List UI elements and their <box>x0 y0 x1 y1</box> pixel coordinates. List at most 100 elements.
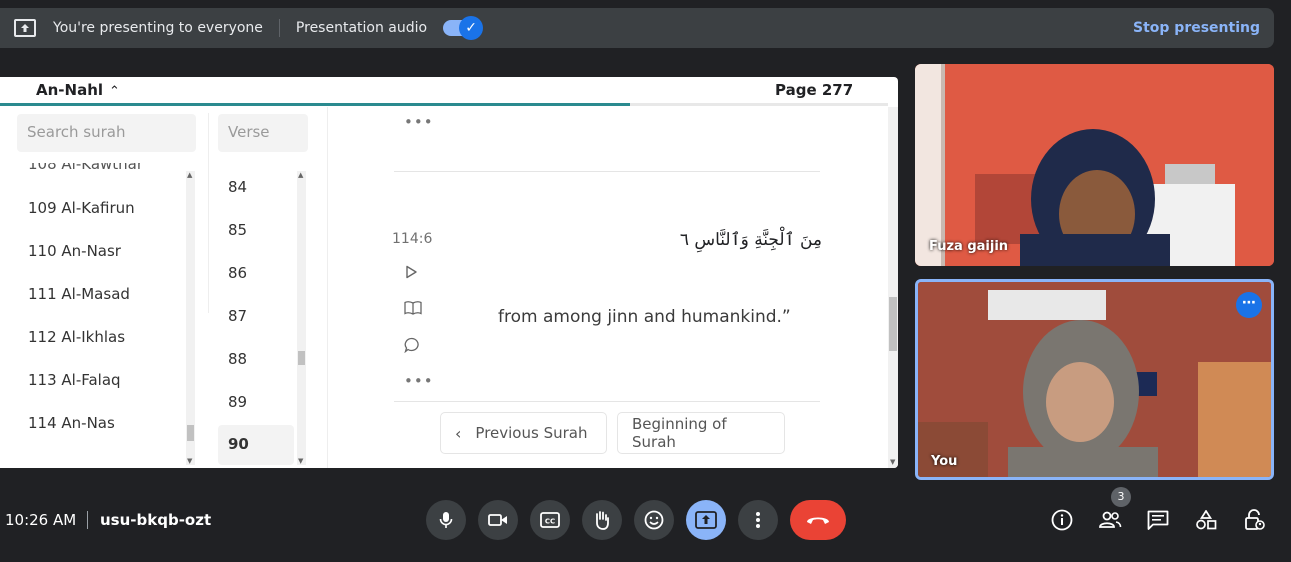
present-screen-icon <box>14 19 36 37</box>
surah-header: An-Nahl ⌃ Page 277 <box>0 77 898 105</box>
list-item[interactable]: 85 <box>228 221 247 239</box>
hang-up-icon <box>807 517 829 524</box>
raise-hand-button[interactable] <box>582 500 622 540</box>
scroll-down-icon: ▼ <box>298 457 304 465</box>
verse-key[interactable]: 114:6 <box>392 231 432 247</box>
chevron-up-icon: ⌃ <box>109 84 120 99</box>
verse-input[interactable]: Verse <box>218 114 308 152</box>
surah-selector[interactable]: An-Nahl ⌃ <box>36 81 120 99</box>
svg-text:CC: CC <box>545 518 555 526</box>
shared-screen: An-Nahl ⌃ Page 277 Search surah Verse 108… <box>0 77 898 468</box>
list-item[interactable]: 113 Al-Falaq <box>28 371 121 389</box>
scroll-down-icon: ▼ <box>187 457 193 465</box>
camera-icon <box>488 514 507 526</box>
hand-icon <box>596 511 609 530</box>
surah-title: An-Nahl <box>36 81 104 99</box>
leave-call-button[interactable] <box>790 500 846 540</box>
list-item[interactable]: 108 Al-Kawthar <box>28 163 143 173</box>
present-now-button[interactable] <box>686 500 726 540</box>
lock-icon <box>1245 509 1265 530</box>
column-divider <box>208 113 209 313</box>
more-vert-icon <box>756 512 760 528</box>
participant-name: Fuza gaijin <box>929 239 1009 254</box>
chat-icon <box>1147 510 1169 530</box>
list-item[interactable]: 87 <box>228 307 247 325</box>
bottom-divider <box>87 511 88 529</box>
activities-button[interactable] <box>1193 507 1219 533</box>
surah-list: 108 Al-Kawthar 109 Al-Kafirun 110 An-Nas… <box>0 163 186 463</box>
camera-button[interactable] <box>478 500 518 540</box>
beginning-of-surah-label: Beginning of Surah <box>632 415 727 451</box>
self-tile[interactable]: ⋯ You <box>915 279 1274 480</box>
chat-button[interactable] <box>1145 507 1171 533</box>
banner-divider <box>278 19 280 37</box>
page-number: Page 277 <box>775 81 854 99</box>
host-controls-button[interactable] <box>1241 507 1267 533</box>
list-item[interactable]: 109 Al-Kafirun <box>28 199 135 217</box>
more-options-button[interactable] <box>738 500 778 540</box>
more-options-icon[interactable]: ••• <box>404 113 434 131</box>
previous-surah-label: Previous Surah <box>475 424 588 442</box>
presentation-audio-toggle[interactable]: ✓ <box>443 16 484 40</box>
list-item[interactable]: 89 <box>228 393 247 411</box>
more-options-icon[interactable]: ••• <box>404 372 434 390</box>
play-icon[interactable] <box>404 265 418 283</box>
people-icon <box>1099 511 1122 528</box>
people-count-badge: 3 <box>1111 487 1131 507</box>
scrollbar-thumb[interactable] <box>187 425 194 441</box>
presentation-audio-label: Presentation audio <box>295 20 428 36</box>
verse-list-scrollbar[interactable]: ▲ ▼ <box>297 171 306 465</box>
search-surah-input[interactable]: Search surah <box>17 114 196 152</box>
scroll-up-icon: ▲ <box>298 171 304 179</box>
microphone-icon <box>439 512 453 528</box>
info-icon <box>1051 509 1073 531</box>
verse-list: 84 85 86 87 88 89 90 <box>218 163 308 465</box>
presenting-status: You're presenting to everyone <box>53 20 263 36</box>
captions-icon: CC <box>540 512 560 528</box>
emoji-icon <box>644 510 664 530</box>
scrollbar-thumb[interactable] <box>298 351 305 365</box>
list-item[interactable]: 110 An-Nasr <box>28 242 121 260</box>
surah-list-scrollbar[interactable]: ▲ ▼ <box>186 171 195 465</box>
list-item[interactable]: 114 An-Nas <box>28 414 115 432</box>
self-video <box>918 282 1271 477</box>
clock: 10:26 AM <box>5 511 77 529</box>
participant-tile[interactable]: Fuza gaijin <box>915 64 1274 266</box>
divider <box>394 171 820 172</box>
list-item[interactable]: 88 <box>228 350 247 368</box>
content-scrollbar[interactable]: ▼ <box>888 107 898 468</box>
verse-content: ••• 114:6 مِنَ ٱلْجِنَّةِ وَٱلنَّاسِ ٦ •… <box>328 107 888 468</box>
verse-translation: from among jinn and humankind.” <box>498 307 791 327</box>
reading-progress-bar <box>0 103 888 106</box>
chevron-left-icon: ‹ <box>455 423 462 443</box>
list-item[interactable]: 112 Al-Ikhlas <box>28 328 125 346</box>
participant-name: You <box>931 454 958 469</box>
meeting-code: usu-bkqb-ozt <box>100 511 212 529</box>
book-icon[interactable] <box>404 301 422 319</box>
divider <box>394 401 820 402</box>
beginning-of-surah-button[interactable]: Beginning of Surah <box>617 412 785 454</box>
list-item[interactable]: 86 <box>228 264 247 282</box>
arabic-verse: مِنَ ٱلْجِنَّةِ وَٱلنَّاسِ ٦ <box>679 230 822 250</box>
reactions-button[interactable] <box>634 500 674 540</box>
scroll-up-icon: ▲ <box>187 171 193 179</box>
more-options-button[interactable]: ⋯ <box>1236 292 1262 318</box>
previous-surah-button[interactable]: ‹ Previous Surah <box>440 412 607 454</box>
scrollbar-thumb[interactable] <box>889 297 897 351</box>
microphone-button[interactable] <box>426 500 466 540</box>
meeting-details-button[interactable] <box>1049 507 1075 533</box>
comment-icon[interactable] <box>404 337 420 357</box>
participant-video <box>915 64 1274 266</box>
activities-icon <box>1196 510 1217 530</box>
presenting-banner: You're presenting to everyone Presentati… <box>0 8 1274 48</box>
progress-fill <box>0 103 631 106</box>
people-button[interactable] <box>1097 507 1123 533</box>
captions-button[interactable]: CC <box>530 500 570 540</box>
list-item[interactable]: 111 Al-Masad <box>28 285 130 303</box>
present-screen-icon <box>695 511 717 529</box>
scroll-down-icon: ▼ <box>890 458 896 466</box>
check-icon: ✓ <box>459 16 484 40</box>
selected-verse[interactable]: 90 <box>218 425 294 465</box>
stop-presenting-button[interactable]: Stop presenting <box>1133 20 1260 36</box>
list-item[interactable]: 84 <box>228 178 247 196</box>
